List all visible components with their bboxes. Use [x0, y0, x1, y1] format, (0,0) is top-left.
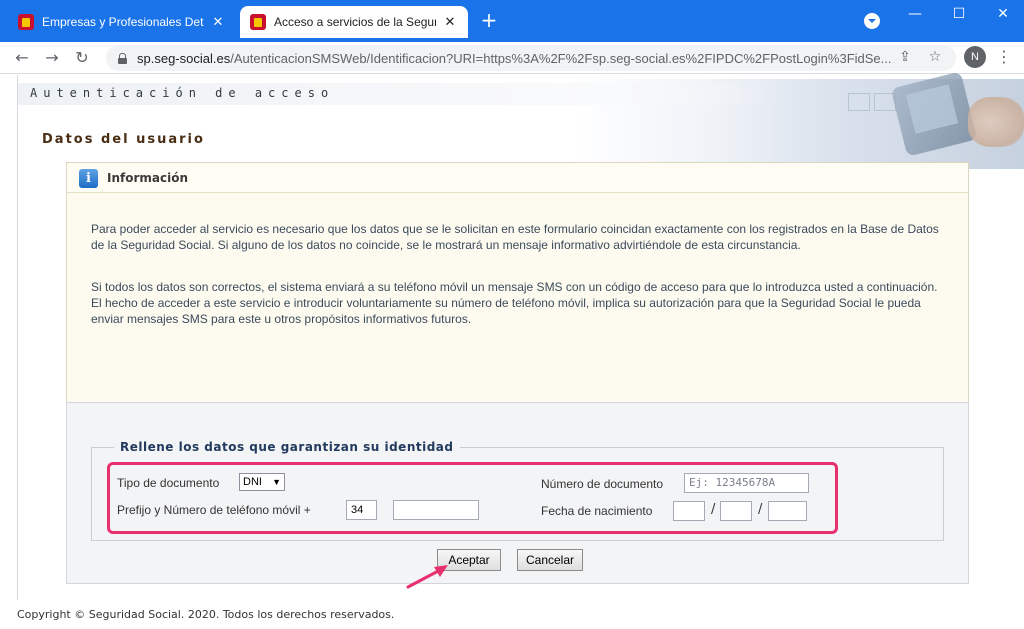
- tab-strip: Empresas y Profesionales Detalle ✕ Acces…: [0, 0, 1024, 42]
- banner-title: Autenticación de acceso: [30, 86, 335, 100]
- tab-title: Empresas y Profesionales Detalle: [42, 15, 204, 29]
- info-title: Información: [107, 171, 189, 185]
- new-tab-button[interactable]: +: [478, 10, 500, 32]
- hand-illustration: [968, 97, 1024, 147]
- star-icon[interactable]: ☆: [926, 48, 944, 66]
- section-title: Datos del usuario: [42, 132, 205, 147]
- lock-icon[interactable]: [118, 52, 127, 64]
- forward-icon[interactable]: →: [42, 48, 62, 68]
- url-host: sp.seg-social.es: [137, 50, 231, 66]
- menu-icon[interactable]: ⋮: [996, 47, 1012, 67]
- info-header: i Información: [67, 163, 968, 193]
- computer-illustration: [848, 93, 870, 111]
- address-bar[interactable]: sp.seg-social.es/AutenticacionSMSWeb/Ide…: [106, 45, 956, 71]
- share-icon[interactable]: ⇪: [896, 48, 914, 66]
- info-paragraph-1: Para poder acceder al servicio es necesa…: [91, 222, 939, 252]
- back-icon[interactable]: ←: [12, 48, 32, 68]
- tab-search-icon[interactable]: [864, 13, 880, 29]
- close-window-button[interactable]: ✕: [988, 4, 1018, 24]
- tab-acceso[interactable]: Acceso a servicios de la Seguridad ✕: [240, 6, 468, 38]
- page-content: Autenticación de acceso Datos del usuari…: [0, 71, 1024, 629]
- profile-avatar[interactable]: N: [964, 46, 986, 68]
- url-path: /AutenticacionSMSWeb/Identificacion?URI=…: [230, 50, 892, 66]
- reload-icon[interactable]: ↻: [72, 48, 92, 68]
- tab-title: Acceso a servicios de la Seguridad: [274, 15, 436, 29]
- maximize-button[interactable]: ☐: [944, 4, 974, 24]
- close-tab-icon[interactable]: ✕: [210, 14, 226, 30]
- pointer-arrow-icon: [406, 565, 448, 589]
- close-tab-icon[interactable]: ✕: [442, 14, 458, 30]
- info-panel: i Información Para poder acceder al serv…: [66, 162, 969, 436]
- fieldset-legend: Rellene los datos que garantizan su iden…: [114, 440, 460, 454]
- browser-toolbar: ← → ↻ sp.seg-social.es/AutenticacionSMSW…: [0, 42, 1024, 74]
- minimize-button[interactable]: —: [900, 4, 930, 24]
- tab-empresas[interactable]: Empresas y Profesionales Detalle ✕: [8, 6, 236, 38]
- info-paragraph-2: Si todos los datos son correctos, el sis…: [91, 280, 938, 326]
- fields-highlight-box: [107, 462, 838, 534]
- info-icon: i: [79, 169, 98, 188]
- cancel-button[interactable]: Cancelar: [517, 549, 583, 571]
- seg-social-favicon-icon: [250, 14, 266, 30]
- footer-copyright: Copyright © Seguridad Social. 2020. Todo…: [17, 608, 395, 621]
- seg-social-favicon-icon: [18, 14, 34, 30]
